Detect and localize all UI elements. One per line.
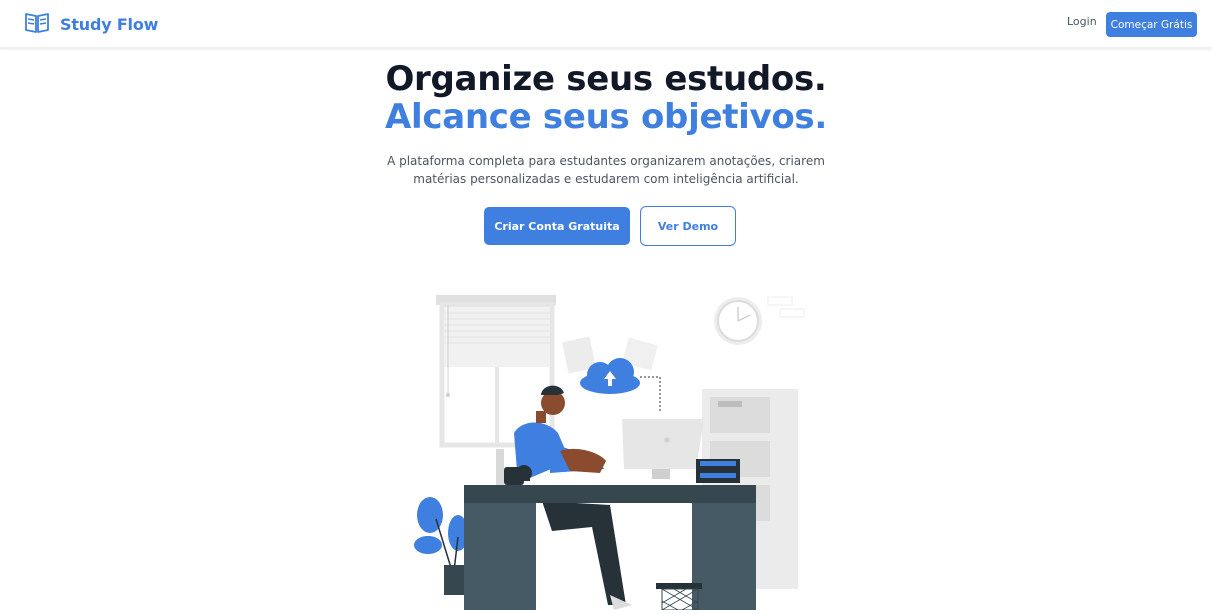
hero-illustration [400,283,820,611]
create-free-account-button[interactable]: Criar Conta Gratuita [484,207,630,245]
brand-logo-link[interactable]: Study Flow [24,11,158,37]
hero-title-line2: Alcance seus objetivos. [385,97,827,137]
hero-subtitle-line1: A plataforma completa para estudantes or… [387,154,825,168]
start-free-button[interactable]: Começar Grátis [1106,12,1197,37]
view-demo-button[interactable]: Ver Demo [640,206,736,246]
plant-icon [414,497,468,595]
hero-title-line1: Organize seus estudos. [385,59,827,99]
open-book-icon [24,10,50,38]
hero-subtitle-line2: matérias personalizadas e estudarem com … [413,172,799,186]
brand-name: Study Flow [60,14,159,34]
wall-clock-icon [714,296,805,345]
login-link[interactable]: Login [1067,15,1097,28]
hero-subtitle: A plataforma completa para estudantes or… [0,152,1212,188]
top-navbar: Study Flow Login Começar Grátis [0,0,1212,48]
